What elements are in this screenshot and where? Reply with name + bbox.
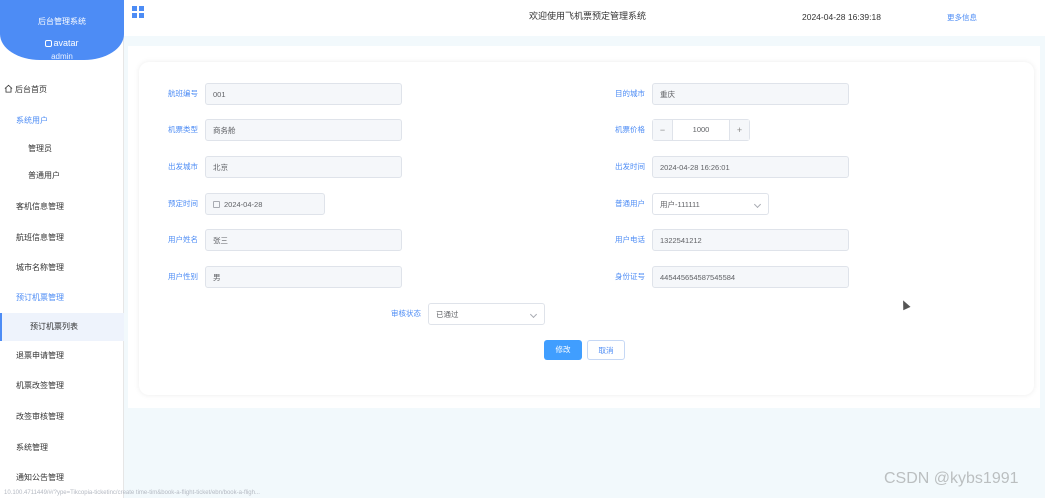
price-increase-button[interactable]: + — [729, 120, 749, 140]
user-phone-input[interactable]: 1322541212 — [652, 229, 849, 251]
price-value[interactable]: 1000 — [673, 120, 729, 140]
sidebar-item-label: 航班信息管理 — [16, 233, 64, 242]
broken-image-icon — [45, 40, 53, 47]
dest-city-label: 目的城市 — [615, 89, 645, 98]
sidebar-item-refund[interactable]: 退票申请管理 — [0, 342, 124, 370]
home-icon — [4, 84, 13, 93]
cancel-button[interactable]: 取消 — [587, 340, 625, 360]
username: admin — [51, 52, 73, 61]
chevron-down-icon — [753, 200, 762, 209]
sidebar-item-label: 系统用户 — [16, 116, 48, 125]
sidebar-group-booking[interactable]: 预订机票管理 — [0, 284, 124, 312]
review-status-label: 审核状态 — [391, 309, 421, 318]
top-header: 欢迎使用飞机票预定管理系统 2024-04-28 16:39:18 更多信息 — [124, 0, 1045, 36]
page-title: 欢迎使用飞机票预定管理系统 — [529, 11, 647, 21]
sidebar-group-system-users[interactable]: 系统用户 — [0, 107, 124, 135]
ticket-type-label: 机票类型 — [168, 125, 198, 134]
normal-user-value: 用户-111111 — [660, 200, 700, 209]
depart-city-input[interactable]: 北京 — [205, 156, 402, 178]
normal-user-select[interactable]: 用户-111111 — [652, 193, 769, 215]
user-phone-label: 用户电话 — [615, 235, 645, 244]
sidebar-item-change-review[interactable]: 改签审核管理 — [0, 403, 124, 431]
sidebar-item-label: 机票改签管理 — [16, 381, 64, 390]
sidebar-item-plane-info[interactable]: 客机信息管理 — [0, 193, 124, 221]
sidebar-item-label: 系统管理 — [16, 443, 48, 452]
watermark: CSDN @kybs1991 — [884, 470, 1019, 487]
price-decrease-button[interactable]: − — [653, 120, 673, 140]
depart-time-input[interactable]: 2024-04-28 16:26:01 — [652, 156, 849, 178]
sidebar-item-flight-info[interactable]: 航班信息管理 — [0, 224, 124, 252]
calendar-icon — [213, 201, 220, 208]
book-time-datepicker[interactable]: 2024-04-28 — [205, 193, 325, 215]
avatar: avatar — [0, 38, 124, 48]
book-time-value: 2024-04-28 — [224, 200, 263, 209]
normal-user-label: 普通用户 — [615, 199, 645, 208]
id-number-input[interactable]: 445445654587545584 — [652, 266, 849, 288]
browser-status-url: 10.100.4711449/#/?ype=Tikcopia-ticketinc… — [4, 490, 260, 496]
user-gender-input[interactable]: 男 — [205, 266, 402, 288]
sidebar-item-label: 城市名称管理 — [16, 263, 64, 272]
price-label: 机票价格 — [615, 125, 645, 134]
sidebar-item-notice[interactable]: 通知公告管理 — [0, 464, 124, 492]
sidebar-item-label: 预订机票列表 — [30, 322, 78, 331]
book-time-label: 预定时间 — [168, 199, 198, 208]
brand-title: 后台管理系统 — [38, 17, 86, 26]
chevron-down-icon — [529, 310, 538, 319]
sidebar-item-label: 后台首页 — [15, 85, 47, 94]
ticket-type-input[interactable]: 商务舱 — [205, 119, 402, 141]
header-datetime: 2024-04-28 16:39:18 — [802, 12, 881, 22]
sidebar-item-admin[interactable]: 管理员 — [0, 135, 124, 163]
user-gender-label: 用户性别 — [168, 272, 198, 281]
submit-button[interactable]: 修改 — [544, 340, 582, 360]
avatar-alt-text: avatar — [53, 38, 79, 48]
sidebar-item-label: 管理员 — [28, 144, 52, 153]
sidebar-item-label: 预订机票管理 — [16, 293, 64, 302]
id-number-label: 身份证号 — [615, 272, 645, 281]
sidebar-item-change-apply[interactable]: 机票改签管理 — [0, 372, 124, 400]
sidebar-item-booking-list[interactable]: 预订机票列表 — [0, 313, 124, 341]
sidebar-item-label: 普通用户 — [28, 171, 60, 180]
flight-no-label: 航班编号 — [168, 89, 198, 98]
sidebar-item-label: 改签审核管理 — [16, 412, 64, 421]
sidebar-item-system-manage[interactable]: 系统管理 — [0, 434, 124, 462]
depart-city-label: 出发城市 — [168, 162, 198, 171]
sidebar-item-label: 退票申请管理 — [16, 351, 64, 360]
sidebar-item-home[interactable]: 后台首页 — [0, 76, 124, 104]
sidebar-item-label: 通知公告管理 — [16, 473, 64, 482]
review-status-select[interactable]: 已通过 — [428, 303, 545, 325]
more-info-link[interactable]: 更多信息 — [947, 12, 977, 23]
sidebar-item-label: 客机信息管理 — [16, 202, 64, 211]
flight-no-input[interactable]: 001 — [205, 83, 402, 105]
sidebar: 后台管理系统 avatar admin 后台首页 系统用户 管理员 普通用户 客… — [0, 0, 124, 498]
depart-time-label: 出发时间 — [615, 162, 645, 171]
grid-menu-icon[interactable] — [132, 6, 144, 18]
review-status-value: 已通过 — [436, 310, 459, 319]
user-name-label: 用户姓名 — [168, 235, 198, 244]
dest-city-input[interactable]: 重庆 — [652, 83, 849, 105]
user-name-input[interactable]: 张三 — [205, 229, 402, 251]
price-stepper[interactable]: − 1000 + — [652, 119, 750, 141]
sidebar-item-city-name[interactable]: 城市名称管理 — [0, 254, 124, 282]
sidebar-item-normal-user[interactable]: 普通用户 — [0, 162, 124, 190]
brand-header: 后台管理系统 avatar admin — [0, 0, 124, 61]
